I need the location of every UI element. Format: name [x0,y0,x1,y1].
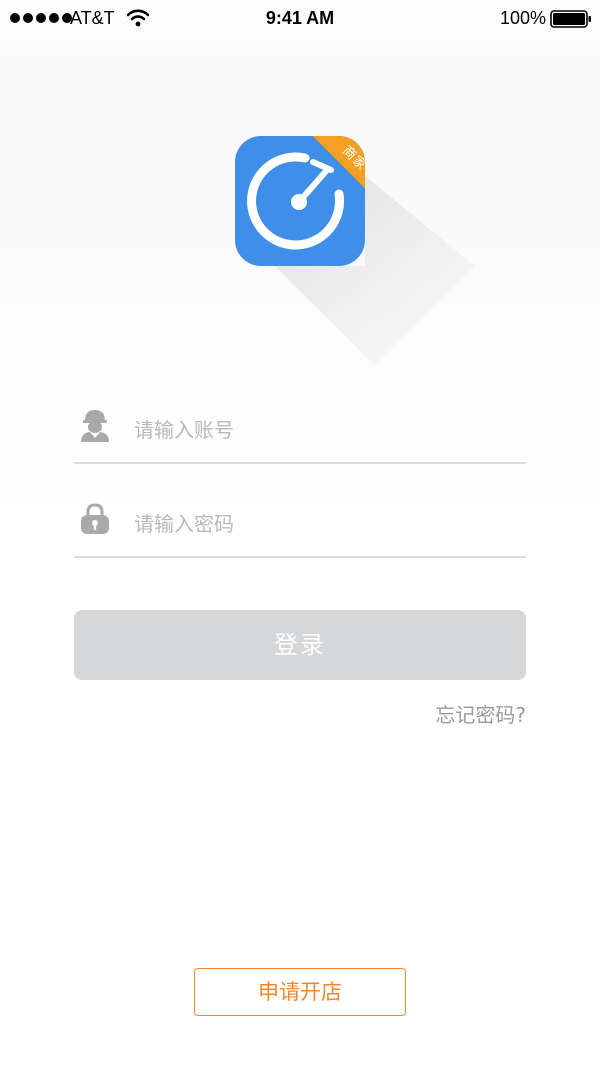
password-field [74,492,526,558]
battery-icon [550,10,591,28]
login-button[interactable]: 登录 [74,610,526,680]
forgot-password-link[interactable]: 忘记密码? [435,699,526,728]
login-screen: AT&T 9:41 AM 100% 商家 请输入账号 登录 忘记密码? 申请开店 [0,0,600,1067]
app-logo: 商家 [235,136,365,266]
apply-store-button[interactable]: 申请开店 [194,968,406,1016]
account-field [74,398,526,464]
password-input[interactable] [134,506,514,542]
lock-icon [81,503,109,534]
battery-percent: 100% [499,8,546,28]
status-bar: AT&T 9:41 AM 100% [0,0,600,40]
worker-avatar-icon [81,410,109,442]
account-input[interactable] [134,412,514,448]
